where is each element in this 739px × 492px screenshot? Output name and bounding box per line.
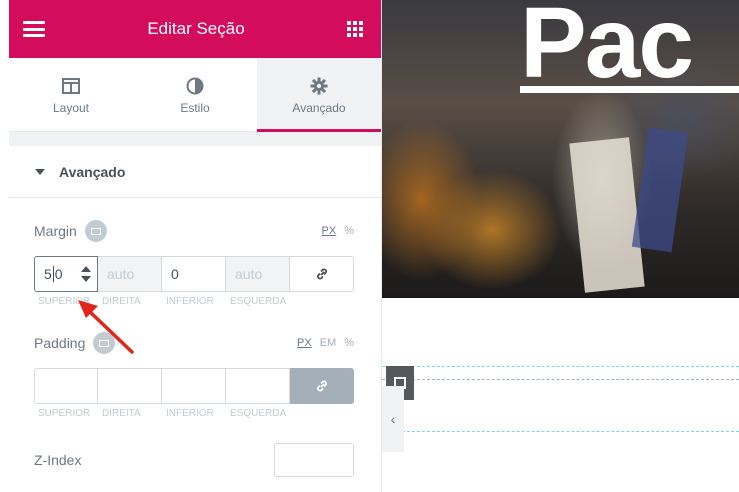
- empty-section-dropzone[interactable]: [382, 366, 739, 432]
- editor-screen: Editar Seção Layout Estilo Avançado Avan…: [0, 0, 739, 492]
- contrast-icon: [186, 75, 204, 97]
- padding-sublabels: Superior Direita Inferior Esquerda: [34, 408, 354, 419]
- responsive-desktop-icon[interactable]: [84, 220, 107, 242]
- padding-label: Padding: [34, 335, 86, 351]
- dropzone-divider: [382, 379, 739, 380]
- tab-label: Layout: [52, 100, 90, 115]
- text-cursor: [52, 266, 54, 282]
- widgets-grid-icon[interactable]: [347, 21, 363, 37]
- page-preview: Pac ‹: [382, 0, 739, 492]
- editor-panel: Editar Seção Layout Estilo Avançado Avan…: [9, 0, 382, 492]
- unit-percent[interactable]: %: [344, 225, 354, 237]
- padding-right-input[interactable]: [98, 368, 162, 404]
- sublabel: Inferior: [166, 296, 214, 307]
- layout-icon: [62, 75, 80, 97]
- tab-label: Avançado: [292, 100, 346, 115]
- padding-bottom-input[interactable]: [162, 368, 226, 404]
- hero-banner-shape: [569, 137, 645, 293]
- gear-icon: [310, 75, 328, 97]
- padding-units: PX EM %: [297, 337, 354, 349]
- margin-bottom-input[interactable]: 0: [162, 256, 226, 292]
- tab-avancado[interactable]: Avançado: [257, 58, 381, 132]
- sublabel: Direita: [102, 408, 141, 419]
- margin-units: PX %: [322, 225, 354, 237]
- responsive-desktop-icon[interactable]: [93, 332, 116, 354]
- padding-left-input[interactable]: [226, 368, 290, 404]
- padding-control: Padding PX EM % SUPERIOR DIREITA INFERIO…: [34, 332, 354, 419]
- menu-icon[interactable]: [23, 21, 45, 37]
- hero-underline: [520, 86, 739, 93]
- hero-image: Pac: [382, 0, 739, 298]
- link-values-button[interactable]: [290, 256, 354, 292]
- padding-top-input[interactable]: [34, 368, 98, 404]
- unit-px[interactable]: PX: [322, 225, 337, 237]
- collapse-panel-button[interactable]: ‹: [382, 386, 404, 452]
- link-values-button[interactable]: [290, 368, 354, 404]
- margin-right-input[interactable]: auto: [98, 256, 162, 292]
- margin-top-value-a: 5: [44, 266, 52, 282]
- tab-estilo[interactable]: Estilo: [133, 58, 257, 131]
- margin-control: Margin PX % 50 auto 0 auto SUPERIOR DIRE…: [34, 220, 354, 307]
- section-toggle[interactable]: Avançado: [9, 146, 381, 198]
- link-icon: [316, 380, 327, 392]
- panel-header: Editar Seção: [9, 0, 381, 58]
- zindex-control: Z-Index: [34, 443, 354, 479]
- margin-top-input[interactable]: 50: [34, 256, 98, 292]
- panel-tabs: Layout Estilo Avançado: [9, 58, 381, 132]
- link-icon: [316, 268, 327, 280]
- number-spinner-icon[interactable]: [81, 266, 91, 282]
- unit-px[interactable]: PX: [297, 337, 312, 349]
- sublabel: Superior: [38, 408, 91, 419]
- margin-left-input[interactable]: auto: [226, 256, 290, 292]
- padding-label-row: Padding PX EM %: [34, 332, 354, 354]
- sublabel: Direita: [102, 296, 141, 307]
- tab-label: Estilo: [180, 100, 210, 115]
- margin-label-row: Margin PX %: [34, 220, 354, 242]
- chevron-left-icon: ‹: [390, 411, 396, 427]
- unit-em[interactable]: EM: [320, 337, 337, 349]
- tab-layout[interactable]: Layout: [9, 58, 133, 131]
- sublabel: Inferior: [166, 408, 214, 419]
- sublabel: Esquerda: [230, 296, 287, 307]
- caret-down-icon: [35, 168, 45, 175]
- margin-top-value-b: 0: [54, 266, 63, 282]
- panel-title: Editar Seção: [147, 19, 245, 38]
- advanced-section: Avançado Margin PX % 50 auto 0 auto SUPE…: [9, 146, 381, 492]
- margin-sublabels: Superior Direita Inferior Esquerda: [34, 296, 354, 307]
- sublabel: Esquerda: [230, 408, 287, 419]
- margin-inputs: 50 auto 0 auto: [34, 256, 354, 292]
- sublabel: Superior: [38, 296, 91, 307]
- hero-banner-shape: [631, 127, 689, 253]
- unit-percent[interactable]: %: [344, 337, 354, 349]
- zindex-label: Z-Index: [34, 452, 82, 468]
- margin-label: Margin: [34, 223, 77, 239]
- zindex-input[interactable]: [274, 443, 354, 477]
- padding-inputs: [34, 368, 354, 404]
- section-title: Avançado: [59, 163, 126, 180]
